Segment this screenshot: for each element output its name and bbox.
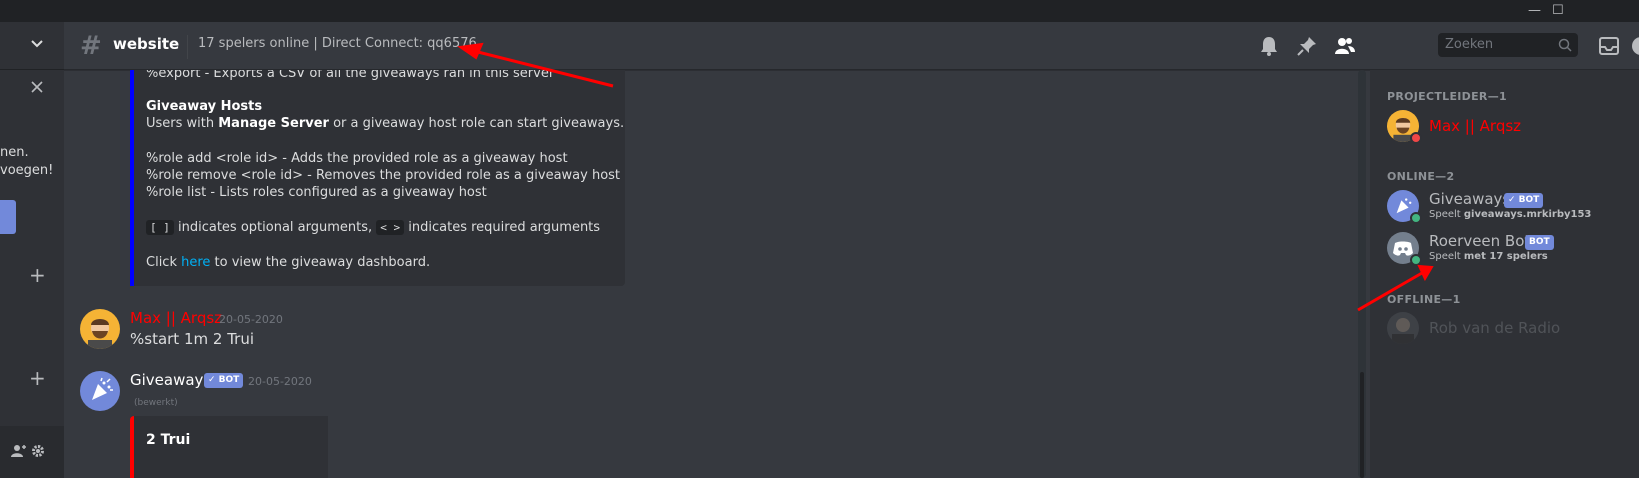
pin-icon[interactable]	[1296, 35, 1318, 57]
title-bar: — ☐	[0, 0, 1639, 22]
avatar[interactable]	[80, 371, 120, 411]
add-user-icon[interactable]	[11, 444, 27, 458]
embed-hosts-text: Users with Manage Server or a giveaway h…	[146, 116, 625, 131]
user-panel	[0, 426, 64, 478]
sidebar-invite-text-1: nen.	[0, 145, 29, 160]
party-popper-icon	[92, 377, 113, 400]
embed-hosts-title: Giveaway Hosts	[146, 99, 263, 114]
group-title: OFFLINE—1	[1387, 293, 1461, 306]
help-embed: %export - Exports a CSV of all the givea…	[130, 70, 625, 286]
optional-code: [ ]	[146, 220, 174, 235]
search-box[interactable]: Zoeken	[1438, 33, 1578, 57]
close-icon[interactable]	[31, 81, 43, 93]
sidebar-invite-text-2: voegen!	[0, 163, 54, 178]
embed-arguments-line: [ ] indicates optional arguments, < > in…	[146, 219, 600, 236]
embed-role-add: %role add <role id> - Adds the provided …	[146, 151, 568, 166]
required-code: < >	[376, 220, 405, 235]
member-activity: Speelt met 17 spelers	[1429, 251, 1548, 262]
member-item[interactable]: Roerveen Bot BOT Speelt met 17 spelers	[1378, 227, 1639, 269]
invite-button[interactable]	[0, 200, 16, 234]
online-status-icon	[1410, 212, 1422, 224]
search-icon[interactable]	[1558, 38, 1572, 52]
member-name: Max || Arqsz	[1429, 117, 1522, 135]
message-author[interactable]: Giveaways	[130, 371, 211, 389]
inbox-icon[interactable]	[1598, 35, 1620, 57]
giveaway-embed: 2 Trui	[130, 416, 328, 478]
bot-tag: ✓ BOT	[1504, 193, 1544, 208]
message-text: %start 1m 2 Trui	[130, 330, 254, 348]
member-item[interactable]: Giveaways ✓ BOT Speelt giveaways.mrkirby…	[1378, 185, 1639, 227]
chat-messages: %export - Exports a CSV of all the givea…	[64, 70, 1370, 478]
member-activity: Speelt giveaways.mrkirby153	[1429, 209, 1592, 220]
chat-scrollbar-thumb[interactable]	[1360, 372, 1364, 478]
giveaway-title: 2 Trui	[146, 432, 191, 448]
header-divider	[187, 35, 188, 59]
channel-name: website	[113, 35, 180, 53]
server-header[interactable]	[0, 22, 64, 70]
search-input[interactable]: Zoeken	[1445, 37, 1493, 52]
add-channel-icon[interactable]: +	[29, 265, 46, 285]
hashtag-icon: #	[80, 31, 102, 61]
channel-sidebar: nen. voegen! + +	[0, 22, 64, 478]
dnd-status-icon	[1410, 132, 1422, 144]
chevron-down-icon[interactable]	[31, 40, 43, 48]
discord-window: — ☐ nen. voegen! + + # website 17 speler…	[0, 0, 1639, 478]
bot-tag: BOT	[1525, 235, 1554, 250]
member-list: PROJECTLEIDER—1 Max || Arqsz ONLINE—2 Gi…	[1370, 70, 1639, 478]
member-item[interactable]: Max || Arqsz	[1378, 105, 1639, 147]
member-list-icon[interactable]	[1334, 35, 1356, 57]
member-name: Giveaways	[1429, 190, 1511, 208]
minimize-icon[interactable]: —	[1528, 3, 1541, 19]
member-item[interactable]: Rob van de Radio	[1378, 307, 1639, 349]
add-channel-icon-2[interactable]: +	[29, 368, 46, 388]
online-status-icon	[1410, 254, 1422, 266]
message-author[interactable]: Max || Arqsz	[130, 309, 222, 327]
channel-topic[interactable]: 17 spelers online | Direct Connect: qq65…	[198, 36, 477, 51]
member-name: Roerveen Bot	[1429, 232, 1531, 250]
dashboard-link[interactable]: here	[181, 255, 210, 270]
avatar[interactable]	[80, 309, 120, 349]
user-avatar-icon	[1392, 318, 1414, 344]
bot-tag: ✓ BOT	[204, 373, 244, 388]
group-title: PROJECTLEIDER—1	[1387, 90, 1507, 103]
message-timestamp: 20-05-2020	[248, 375, 312, 388]
bell-icon[interactable]	[1258, 35, 1280, 57]
maximize-icon[interactable]: ☐	[1552, 3, 1564, 19]
settings-gear-icon[interactable]	[31, 444, 45, 458]
embed-export-line: %export - Exports a CSV of all the givea…	[146, 70, 555, 81]
group-title: ONLINE—2	[1387, 170, 1455, 183]
help-icon[interactable]	[1630, 35, 1639, 57]
member-name: Rob van de Radio	[1429, 319, 1561, 337]
embed-role-remove: %role remove <role id> - Removes the pro…	[146, 168, 621, 183]
channel-header: # website 17 spelers online | Direct Con…	[64, 22, 1639, 70]
embed-dashboard-line: Click here to view the giveaway dashboar…	[146, 255, 431, 270]
edited-label: (bewerkt)	[134, 398, 178, 408]
avatar	[1387, 312, 1419, 344]
user-avatar-icon	[88, 319, 112, 349]
embed-role-list: %role list - Lists roles configured as a…	[146, 185, 487, 200]
message-timestamp: 20-05-2020	[219, 313, 283, 326]
